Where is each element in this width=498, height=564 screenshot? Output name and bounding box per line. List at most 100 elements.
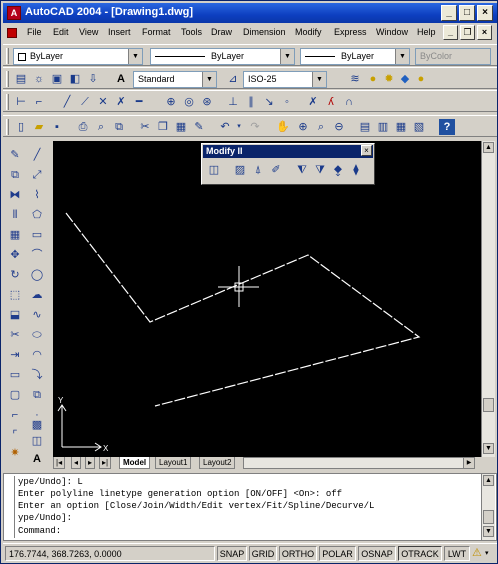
extend-object-icon[interactable]: ⇥: [7, 347, 23, 363]
snap-settings-icon[interactable]: ∩: [341, 94, 357, 110]
doc-restore-button[interactable]: ❐: [460, 25, 475, 40]
break-at-point-icon[interactable]: ▢: [7, 387, 23, 403]
block-attribute-manager-icon[interactable]: ⧩: [312, 162, 328, 178]
vertical-scrollbar[interactable]: ▲ ▼: [481, 141, 495, 457]
tab-model[interactable]: Model: [119, 457, 151, 469]
snap-toggle[interactable]: SNAP: [217, 546, 247, 561]
polyline-entity[interactable]: [65, 212, 421, 407]
rotate-icon[interactable]: ↻: [7, 267, 23, 283]
modify-ii-close-button[interactable]: ×: [361, 145, 372, 156]
menu-insert[interactable]: Insert: [108, 27, 131, 37]
open-folder-icon[interactable]: ▰: [31, 119, 47, 135]
otrack-toggle[interactable]: OTRACK: [398, 546, 442, 561]
bulb-icon[interactable]: ●: [365, 71, 381, 87]
dash-icon[interactable]: ━: [131, 94, 147, 110]
status-menu-arrow-icon[interactable]: ▾: [485, 549, 489, 557]
dim-style-icon[interactable]: ⊿: [225, 71, 241, 87]
circle-center-icon[interactable]: ◎: [181, 94, 197, 110]
title-bar[interactable]: A AutoCAD 2004 - [Drawing1.dwg] _ □ ×: [3, 3, 497, 23]
scale-icon[interactable]: ⬚: [7, 287, 23, 303]
chevron-down-icon[interactable]: ▼: [312, 72, 326, 87]
command-window[interactable]: ype/Undo]: L Enter polyline linetype gen…: [3, 473, 497, 541]
layer-color-icon[interactable]: ◧: [67, 71, 83, 87]
dim-style-select[interactable]: ISO-25 ▼: [243, 71, 327, 88]
toolbar-grip[interactable]: [6, 48, 9, 64]
zoom-previous-icon[interactable]: ⊖: [331, 119, 347, 135]
trim-object-icon[interactable]: ✂: [7, 327, 23, 343]
maximize-button[interactable]: □: [459, 5, 475, 21]
menu-draw[interactable]: Draw: [211, 27, 232, 37]
document-icon[interactable]: [7, 28, 17, 38]
menu-dimension[interactable]: Dimension: [243, 27, 286, 37]
zoom-realtime-icon[interactable]: ⊕: [295, 119, 311, 135]
rectangle-tool-icon[interactable]: ▭: [29, 227, 45, 243]
save-icon[interactable]: ▪: [49, 119, 65, 135]
calculator-icon[interactable]: ▧: [411, 119, 427, 135]
menu-express[interactable]: Express: [334, 27, 367, 37]
paste-icon[interactable]: ▦: [173, 119, 189, 135]
aligned-dim-icon[interactable]: ⌐: [31, 94, 47, 110]
polygon-tool-icon[interactable]: ⬠: [29, 207, 45, 223]
menu-format[interactable]: Format: [142, 27, 171, 37]
warning-icon[interactable]: ⚠: [472, 547, 484, 560]
edit-spline-icon[interactable]: ✐: [268, 162, 284, 178]
tab-layout1[interactable]: Layout1: [155, 457, 192, 469]
chevron-down-icon[interactable]: ▼: [202, 72, 216, 87]
break-icon[interactable]: ▭: [7, 367, 23, 383]
quick-icon[interactable]: ʎ: [323, 94, 339, 110]
extend-icon[interactable]: ✕: [95, 94, 111, 110]
copy-icon[interactable]: ❐: [155, 119, 171, 135]
insert-icon[interactable]: ↘: [261, 94, 277, 110]
command-scrollbar[interactable]: ▲ ▼: [481, 474, 495, 540]
menu-window[interactable]: Window: [376, 27, 408, 37]
menu-file[interactable]: File: [27, 27, 42, 37]
cut-icon[interactable]: ✂: [137, 119, 153, 135]
print-icon[interactable]: ⎙: [75, 119, 91, 135]
linear-dim-icon[interactable]: ⊢: [13, 94, 29, 110]
tab-first-arrow-icon[interactable]: |◂: [53, 457, 66, 469]
layer-lock-icon[interactable]: ▣: [49, 71, 65, 87]
layers-stack-icon[interactable]: ≋: [347, 71, 363, 87]
stretch-icon[interactable]: ⬓: [7, 307, 23, 323]
toolbar-grip[interactable]: [6, 119, 9, 135]
layer-previous-icon[interactable]: ⇩: [85, 71, 101, 87]
chevron-down-icon[interactable]: ▼: [395, 49, 409, 64]
tool-palettes-icon[interactable]: ▦: [393, 119, 409, 135]
horizontal-scrollbar[interactable]: ▶: [243, 457, 475, 469]
new-file-icon[interactable]: ▯: [13, 119, 29, 135]
arc-tool-icon[interactable]: ⌒: [29, 247, 45, 263]
tab-next-arrow-icon[interactable]: ▸: [85, 457, 96, 469]
scroll-thumb[interactable]: [483, 398, 494, 412]
region-tool-icon[interactable]: ◫: [29, 433, 45, 449]
zoom-window-icon[interactable]: ⌕: [313, 119, 329, 135]
copy-object-icon[interactable]: ⧉: [7, 167, 23, 183]
match-properties-icon[interactable]: ✎: [191, 119, 207, 135]
layer-bulb-icon[interactable]: ●: [413, 71, 429, 87]
publish-icon[interactable]: ⧉: [111, 119, 127, 135]
sync-attributes-icon[interactable]: ⧪: [330, 162, 346, 178]
trim-icon[interactable]: ✗: [113, 94, 129, 110]
autocad-app-icon[interactable]: A: [7, 6, 21, 20]
layer-select[interactable]: ByLayer ▼: [13, 48, 143, 65]
scroll-down-arrow-icon[interactable]: ▼: [483, 443, 494, 454]
line-icon[interactable]: ╱: [59, 94, 75, 110]
lock-icon[interactable]: ◆: [397, 71, 413, 87]
command-window-grip[interactable]: [6, 476, 15, 538]
hatch-tool-icon[interactable]: ▩: [29, 417, 45, 433]
circle-tool-icon[interactable]: ◯: [29, 267, 45, 283]
layer-freeze-icon[interactable]: ☼: [31, 71, 47, 87]
ellipse-arc-tool-icon[interactable]: ◠: [29, 347, 45, 363]
close-button[interactable]: ×: [477, 5, 493, 21]
undo-dropdown-icon[interactable]: ▾: [231, 119, 247, 135]
construction-line-icon[interactable]: ⟋: [77, 94, 93, 110]
attribute-extract-icon[interactable]: ⧫: [348, 162, 364, 178]
chevron-down-icon[interactable]: ▼: [128, 49, 142, 64]
fillet-icon[interactable]: ⌜: [7, 427, 23, 443]
tab-prev-arrow-icon[interactable]: ◂: [71, 457, 82, 469]
properties-icon[interactable]: ▤: [357, 119, 373, 135]
edit-attribute-icon[interactable]: ⧨: [294, 162, 310, 178]
edit-hatch-icon[interactable]: ▨: [232, 162, 248, 178]
mtext-tool-icon[interactable]: A: [29, 451, 45, 467]
polar-toggle[interactable]: POLAR: [319, 546, 356, 561]
coordinate-readout[interactable]: 176.7744, 368.7263, 0.0000: [5, 546, 215, 561]
